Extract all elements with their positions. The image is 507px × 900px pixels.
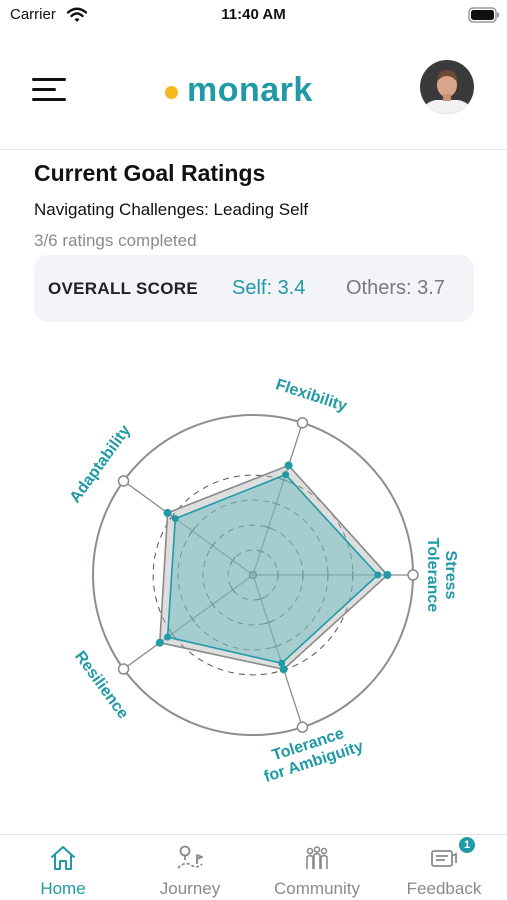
radar-others-point	[163, 508, 172, 517]
goal-subtitle: Navigating Challenges: Leading Self	[34, 200, 309, 219]
page-title: Current Goal Ratings	[34, 160, 266, 186]
radar-others-point	[155, 638, 164, 647]
community-icon	[306, 846, 328, 869]
radar-self-point	[278, 659, 286, 667]
radar-axis-endpoint	[296, 721, 309, 733]
monark-logo: monark	[165, 70, 313, 110]
radar-self-point	[171, 515, 179, 523]
logo-dot	[165, 85, 178, 99]
menu-icon[interactable]	[30, 74, 68, 104]
feedback-icon	[431, 850, 457, 867]
radar-axis-endpoint	[296, 417, 309, 429]
status-time: 11:40 AM	[221, 6, 286, 23]
tab-bar: Home Journey Community 1 Feedback	[0, 834, 507, 900]
app-header: monark	[0, 56, 507, 126]
tab-feedback[interactable]: 1 Feedback	[381, 835, 507, 900]
tab-home-label: Home	[40, 879, 86, 898]
feedback-badge: 1	[459, 837, 475, 853]
tab-community-label: Community	[274, 879, 360, 898]
radar-axis-label: StressTolerance	[424, 538, 459, 613]
tab-journey[interactable]: Journey	[127, 835, 253, 900]
radar-axis-endpoint	[407, 569, 419, 581]
avatar-image	[420, 60, 474, 114]
ratings-progress: 3/6 ratings completed	[34, 231, 197, 250]
tab-home[interactable]: Home	[0, 835, 126, 900]
logo-text: monark	[187, 70, 313, 109]
overall-score-card: OVERALL SCORE Self: 3.4 Others: 3.7	[34, 255, 474, 322]
others-score: Others: 3.7	[346, 277, 445, 299]
radar-others-point	[383, 571, 392, 579]
radar-self-point	[164, 633, 172, 641]
journey-icon	[177, 845, 203, 869]
radar-axis-label: Flexibility	[273, 376, 349, 415]
radar-axis-label: Resilience	[71, 648, 131, 722]
radar-axis-label: Tolerancefor Ambiguity	[256, 721, 365, 786]
overall-score-label: OVERALL SCORE	[48, 279, 198, 298]
radar-self-point	[282, 471, 290, 479]
home-icon	[51, 846, 75, 870]
tab-community[interactable]: Community	[254, 835, 380, 900]
status-bar: Carrier 11:40 AM	[0, 0, 507, 32]
header-divider	[0, 149, 507, 150]
profile-avatar[interactable]	[420, 60, 474, 114]
radar-axis-label: Adaptability	[67, 422, 135, 506]
radar-chart: Flexibility StressTolerance Tolerancefor A…	[0, 340, 507, 830]
radar-chart-svg: Flexibility StressTolerance Tolerancefor A…	[67, 376, 459, 786]
radar-axis-endpoint	[117, 663, 130, 675]
radar-axis-endpoint	[117, 475, 130, 487]
radar-others-point	[284, 461, 293, 470]
self-score: Self: 3.4	[232, 277, 306, 299]
battery-icon	[468, 7, 499, 23]
tab-feedback-label: Feedback	[406, 879, 482, 898]
tab-journey-label: Journey	[159, 879, 221, 898]
radar-self-point	[374, 571, 382, 579]
